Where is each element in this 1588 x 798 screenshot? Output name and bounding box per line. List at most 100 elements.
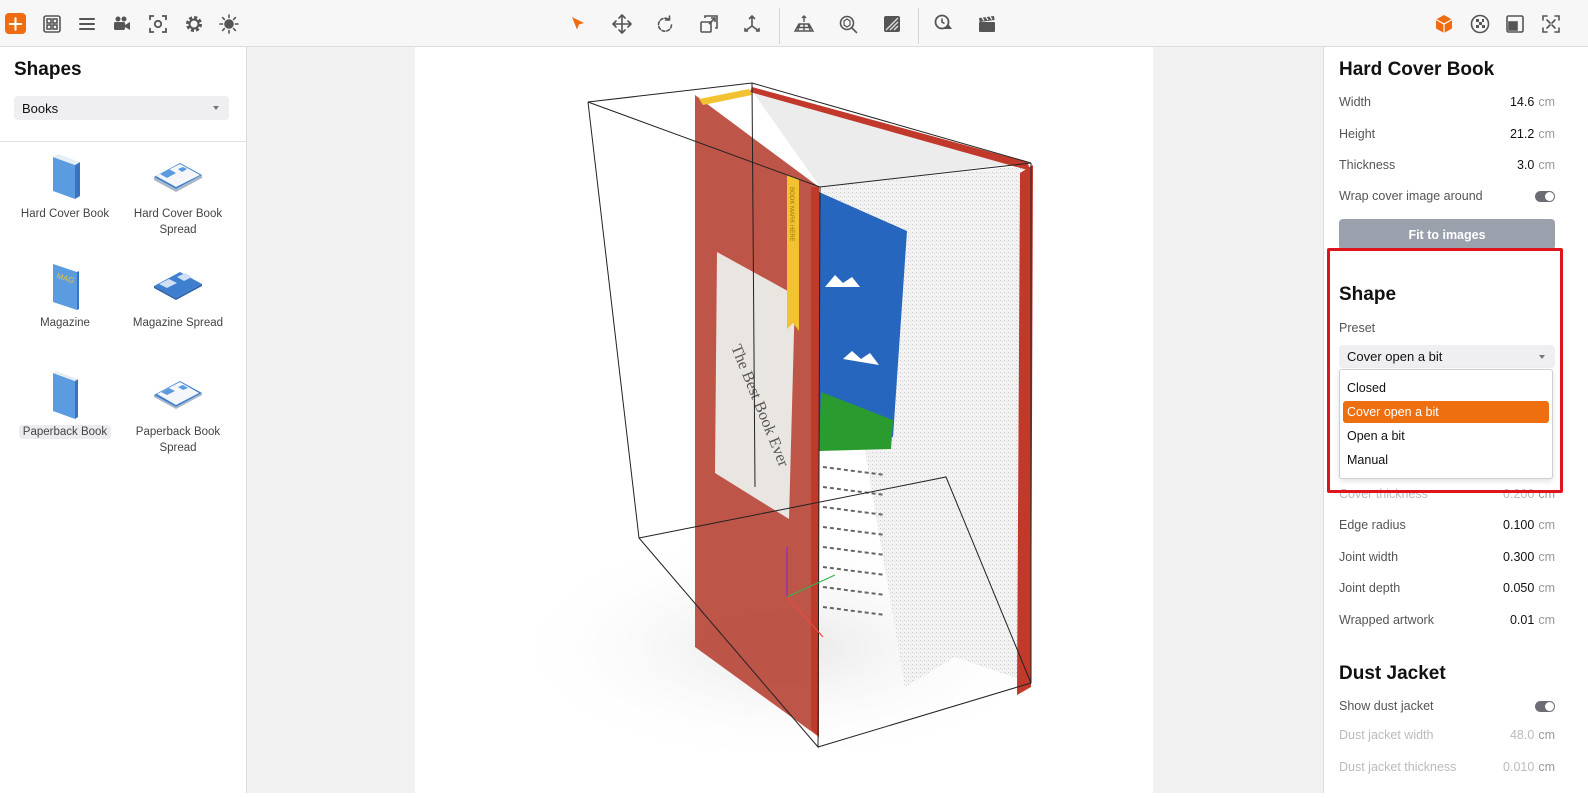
cover-thickness-row[interactable]: Cover thickness 0.200 cm (1339, 485, 1555, 503)
dust-jacket-thickness-label: Dust jacket thickness (1339, 760, 1457, 774)
width-label: Width (1339, 95, 1371, 109)
paperback-spread-icon (154, 381, 202, 409)
shape-item-paperback-book-spread[interactable]: Paperback Book Spread (124, 369, 232, 456)
width-unit: cm (1538, 95, 1555, 109)
3d-viewport[interactable]: The Best Book Ever BOOK MARK HERE (247, 47, 1323, 793)
panel-layout-icon[interactable] (1500, 9, 1530, 39)
object-cube-icon[interactable] (1429, 9, 1459, 39)
shapes-title: Shapes (14, 59, 82, 80)
wrapped-artwork-label: Wrapped artwork (1339, 613, 1434, 627)
preset-option-cover-open-a-bit[interactable]: Cover open a bit (1343, 401, 1549, 423)
edge-radius-label: Edge radius (1339, 518, 1406, 532)
preset-label: Preset (1339, 321, 1376, 335)
select-arrow-icon[interactable] (563, 9, 593, 39)
render-canvas[interactable]: The Best Book Ever BOOK MARK HERE (415, 47, 1153, 793)
floor-grid-icon[interactable] (789, 9, 819, 39)
shape-item-label: Magazine Spread (132, 317, 224, 329)
preset-select[interactable]: Cover open a bit (1339, 345, 1555, 368)
shapes-panel: Shapes Books Hard Cover Book Hard Cover … (0, 47, 247, 793)
dust-jacket-width-row[interactable]: Dust jacket width 48.0 cm (1339, 726, 1555, 744)
dust-jacket-width-value[interactable]: 48.0 (1510, 728, 1534, 742)
thickness-label: Thickness (1339, 158, 1396, 172)
category-select-value: Books (22, 100, 59, 116)
dust-jacket-thickness-unit: cm (1538, 760, 1555, 774)
show-dust-jacket-toggle[interactable] (1535, 700, 1555, 712)
height-label: Height (1339, 127, 1376, 141)
dust-jacket-title: Dust Jacket (1339, 663, 1446, 684)
fit-to-images-button[interactable]: Fit to images (1339, 219, 1555, 250)
light-icon[interactable] (214, 9, 244, 39)
chevron-down-icon (213, 106, 219, 110)
orbit-icon[interactable] (833, 9, 863, 39)
wrapped-artwork-row[interactable]: Wrapped artwork 0.01 cm (1339, 611, 1555, 629)
magazine-icon: MAG (53, 264, 79, 310)
shape-item-paperback-book[interactable]: Paperback Book (11, 369, 119, 440)
preset-option-open-a-bit[interactable]: Open a bit (1343, 425, 1549, 447)
joint-width-value[interactable]: 0.300 (1503, 550, 1534, 564)
cover-thickness-label: Cover thickness (1339, 487, 1428, 501)
preset-row: Preset (1339, 319, 1555, 337)
book-3d-render: The Best Book Ever BOOK MARK HERE (505, 82, 1065, 767)
joint-depth-label: Joint depth (1339, 581, 1401, 595)
focus-icon[interactable] (143, 9, 173, 39)
clapperboard-icon[interactable] (972, 9, 1002, 39)
shape-item-label: Paperback Book Spread (135, 426, 221, 454)
wrap-cover-row: Wrap cover image around (1339, 187, 1555, 205)
wrapped-artwork-unit: cm (1538, 613, 1555, 627)
joint-width-row[interactable]: Joint width 0.300 cm (1339, 548, 1555, 566)
clock-icon[interactable] (929, 9, 959, 39)
joint-width-label: Joint width (1339, 550, 1399, 564)
move-icon[interactable] (607, 9, 637, 39)
height-row[interactable]: Height 21.2 cm (1339, 125, 1555, 143)
shape-item-hard-cover-book-spread[interactable]: Hard Cover Book Spread (124, 151, 232, 238)
axis-gizmo-icon[interactable] (737, 9, 767, 39)
preset-dropdown-menu: Closed Cover open a bit Open a bit Manua… (1339, 369, 1553, 479)
width-row[interactable]: Width 14.6 cm (1339, 93, 1555, 111)
height-unit: cm (1538, 127, 1555, 141)
show-dust-jacket-row: Show dust jacket (1339, 697, 1555, 715)
layout-grid-icon[interactable] (37, 9, 67, 39)
bookmark-text: BOOK MARK HERE (788, 187, 794, 242)
joint-depth-row[interactable]: Joint depth 0.050 cm (1339, 579, 1555, 597)
hardcover-book-icon (53, 154, 80, 199)
texture-icon[interactable] (877, 9, 907, 39)
wrap-cover-toggle[interactable] (1535, 190, 1555, 202)
add-icon[interactable] (5, 13, 26, 34)
shape-item-label-text: Paperback Book (18, 425, 112, 439)
shape-item-hard-cover-book[interactable]: Hard Cover Book (11, 151, 119, 222)
camera-icon[interactable] (107, 9, 137, 39)
hardcover-spread-icon (154, 163, 202, 192)
thickness-value[interactable]: 3.0 (1517, 158, 1534, 172)
shape-item-magazine-spread[interactable]: Magazine Spread (124, 260, 232, 331)
shape-item-label: Magazine (40, 317, 90, 329)
settings-icon[interactable] (179, 9, 209, 39)
shape-item-magazine[interactable]: MAG Magazine (11, 260, 119, 331)
height-value[interactable]: 21.2 (1510, 127, 1534, 141)
fullscreen-icon[interactable] (1536, 9, 1566, 39)
joint-width-unit: cm (1538, 550, 1555, 564)
width-value[interactable]: 14.6 (1510, 95, 1534, 109)
edge-radius-value[interactable]: 0.100 (1503, 518, 1534, 532)
menu-icon[interactable] (72, 9, 102, 39)
rotate-icon[interactable] (650, 9, 680, 39)
dust-jacket-thickness-value[interactable]: 0.010 (1503, 760, 1534, 774)
material-ball-icon[interactable] (1465, 9, 1495, 39)
cover-thickness-value[interactable]: 0.200 (1503, 487, 1534, 501)
preset-option-closed[interactable]: Closed (1343, 377, 1549, 399)
preset-option-manual[interactable]: Manual (1343, 449, 1549, 471)
wrapped-artwork-value[interactable]: 0.01 (1510, 613, 1534, 627)
joint-depth-value[interactable]: 0.050 (1503, 581, 1534, 595)
shape-item-label: Paperback Book (11, 424, 119, 440)
cover-thickness-unit: cm (1538, 487, 1555, 501)
wrap-cover-label: Wrap cover image around (1339, 189, 1483, 203)
category-select[interactable]: Books (14, 96, 229, 120)
scale-icon[interactable] (694, 9, 724, 39)
shape-section-title: Shape (1339, 284, 1397, 305)
thickness-row[interactable]: Thickness 3.0 cm (1339, 156, 1555, 174)
toolbar-separator (918, 8, 919, 44)
shape-item-label: Hard Cover Book (20, 208, 110, 220)
toolbar-separator (779, 8, 780, 44)
edge-radius-row[interactable]: Edge radius 0.100 cm (1339, 516, 1555, 534)
show-dust-jacket-label: Show dust jacket (1339, 699, 1434, 713)
dust-jacket-thickness-row[interactable]: Dust jacket thickness 0.010 cm (1339, 758, 1555, 776)
